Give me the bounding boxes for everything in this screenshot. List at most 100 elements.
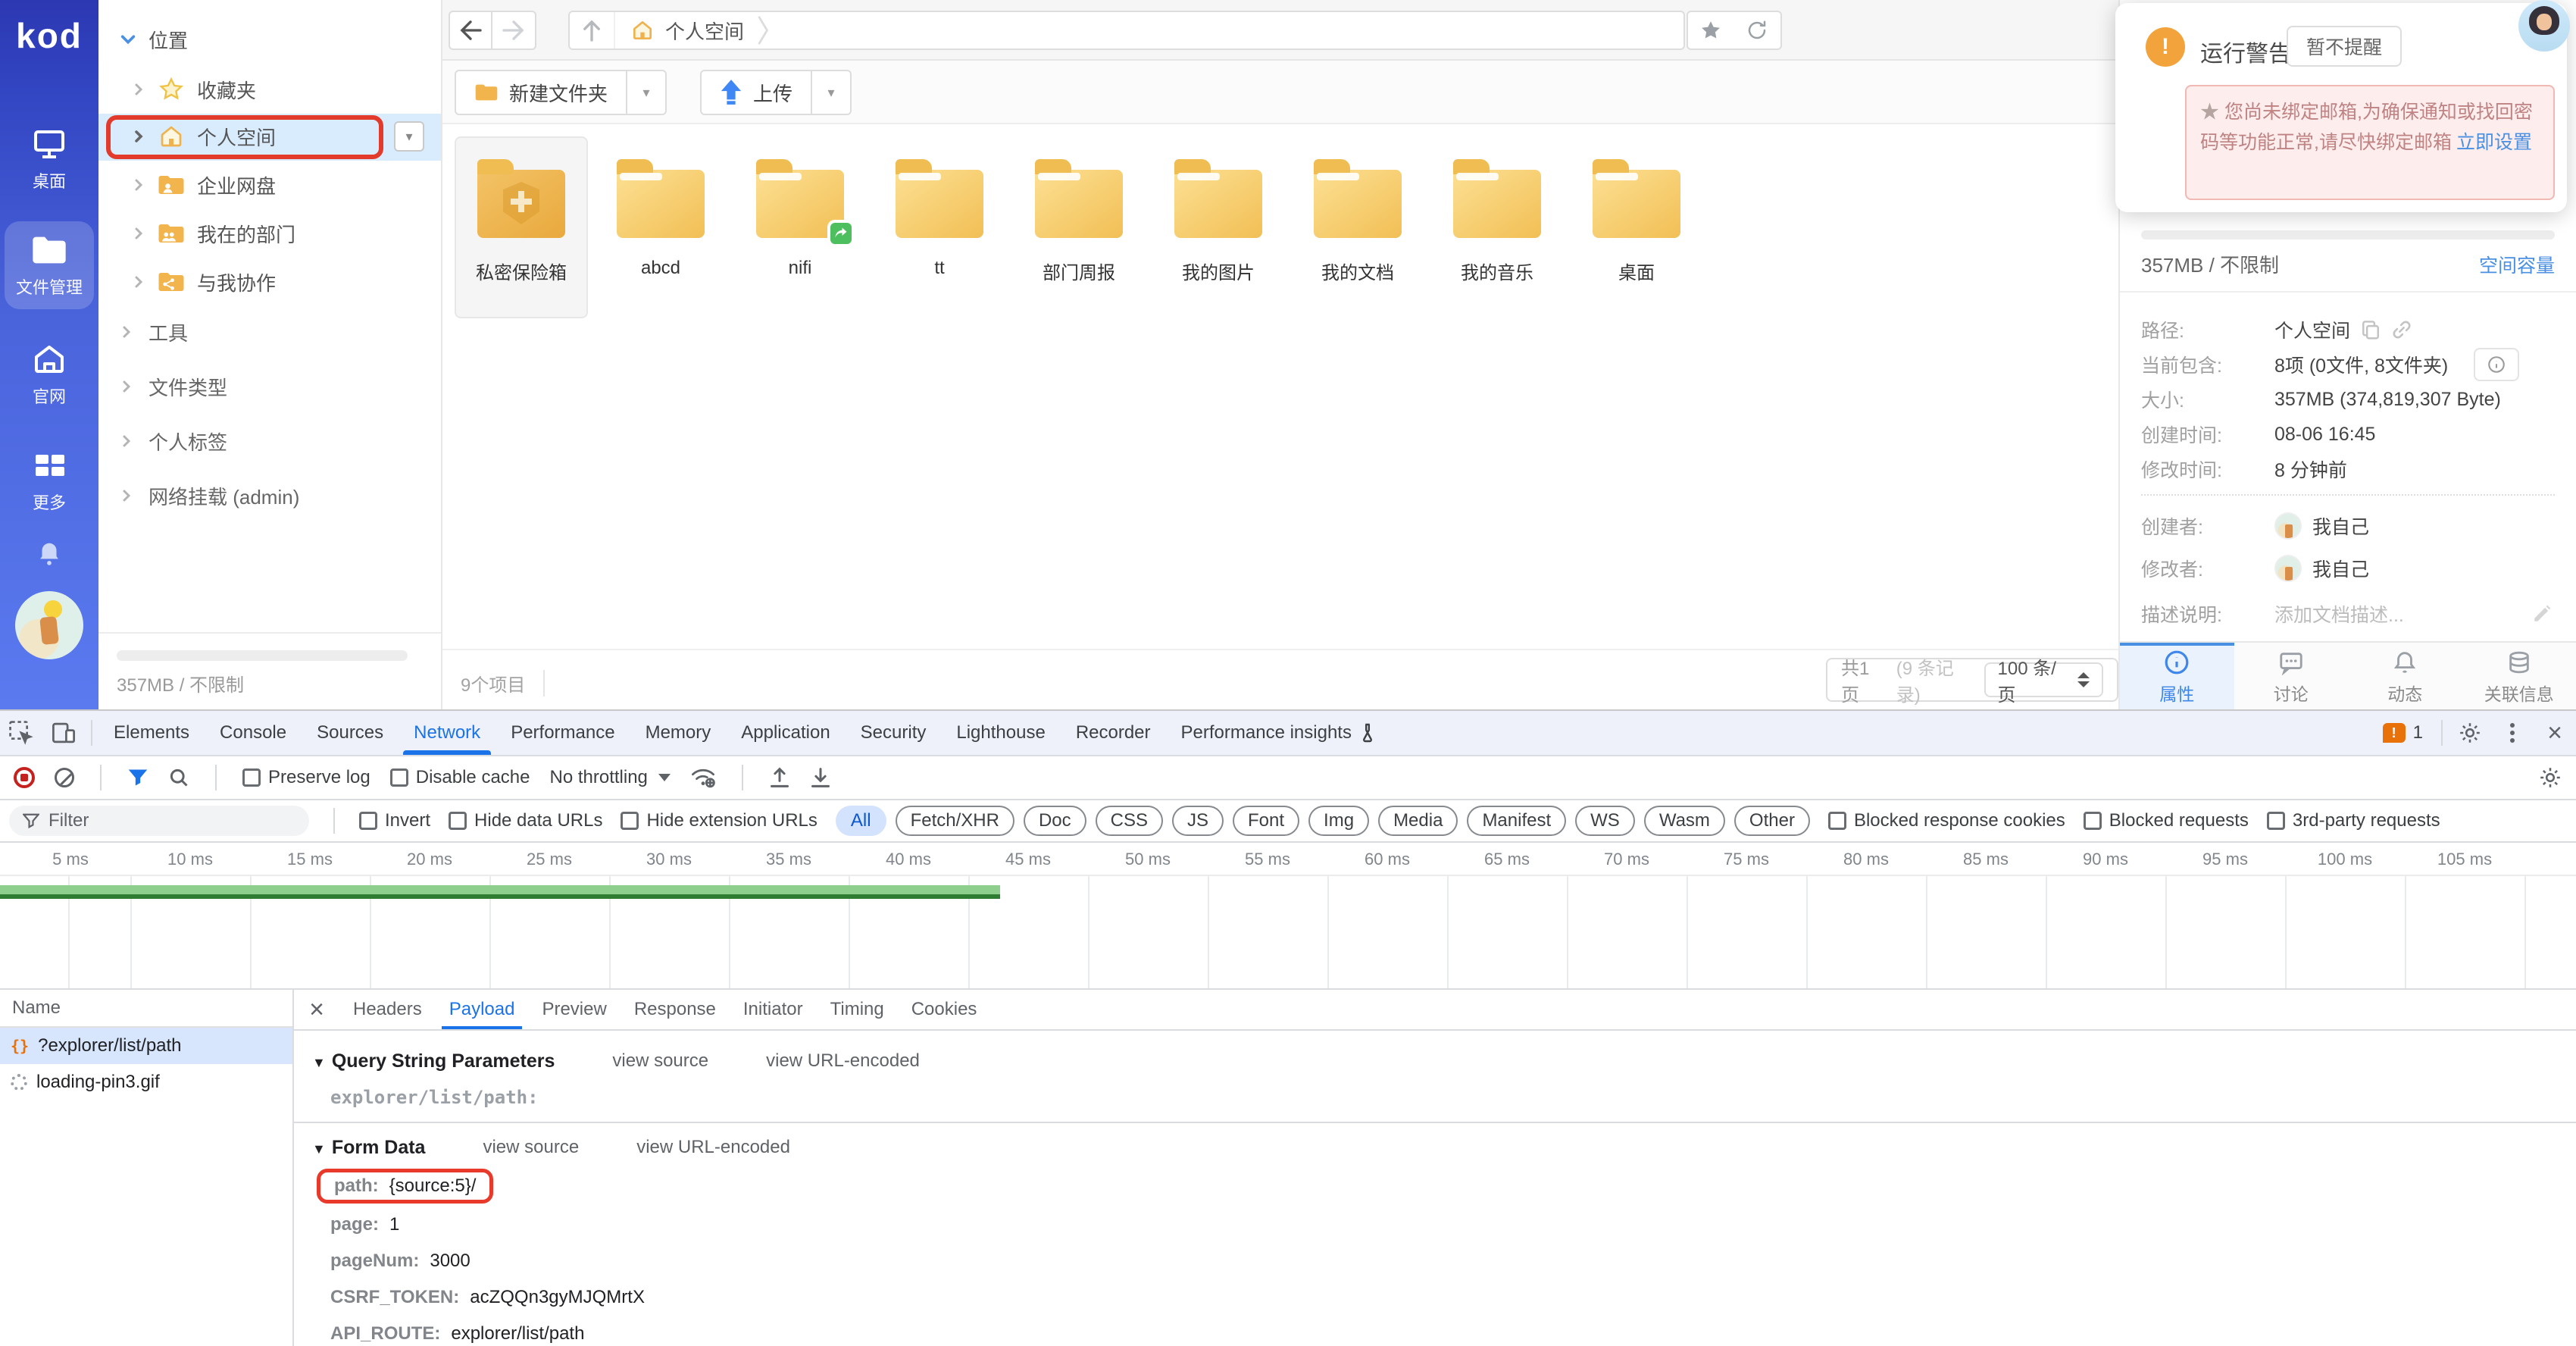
filter-chip-img[interactable]: Img bbox=[1308, 806, 1370, 836]
network-filter-input[interactable] bbox=[48, 810, 276, 831]
devtools-tab-security[interactable]: Security bbox=[846, 711, 942, 755]
tree-group-tools[interactable]: 工具 bbox=[120, 312, 188, 352]
kebab-menu-icon[interactable] bbox=[2491, 710, 2534, 756]
copy-icon[interactable] bbox=[2361, 320, 2381, 340]
devtools-tab-recorder[interactable]: Recorder bbox=[1061, 711, 1166, 755]
name-column-header[interactable]: Name bbox=[0, 990, 292, 1028]
tree-item-favorites[interactable]: 收藏夹 bbox=[132, 67, 256, 112]
up-button[interactable] bbox=[570, 12, 615, 49]
tree-item-dropdown-button[interactable] bbox=[394, 121, 424, 152]
hide-extension-urls-checkbox[interactable]: Hide extension URLs bbox=[621, 810, 818, 831]
favorite-star-button[interactable] bbox=[1687, 11, 1735, 50]
throttling-select[interactable]: No throttling bbox=[549, 767, 671, 788]
tree-item-company-drive[interactable]: 企业网盘 bbox=[132, 162, 276, 208]
folder-tile[interactable]: 我的文档 bbox=[1291, 136, 1424, 318]
devtools-tab-performance[interactable]: Performance bbox=[496, 711, 630, 755]
space-quota-link[interactable]: 空间容量 bbox=[2479, 251, 2555, 278]
folder-tile[interactable]: nifi bbox=[733, 136, 867, 318]
folder-tile[interactable]: 部门周报 bbox=[1012, 136, 1146, 318]
tree-section-location[interactable]: 位置 bbox=[120, 21, 188, 58]
device-toolbar-icon[interactable] bbox=[42, 710, 85, 756]
detail-tab-response[interactable]: Response bbox=[621, 990, 730, 1029]
filter-chip-all[interactable]: All bbox=[835, 806, 886, 836]
filter-chip-fetch-xhr[interactable]: Fetch/XHR bbox=[895, 806, 1014, 836]
devtools-tab-elements[interactable]: Elements bbox=[98, 711, 205, 755]
rail-item-website[interactable]: 官网 bbox=[5, 330, 94, 418]
third-party-requests-checkbox[interactable]: 3rd-party requests bbox=[2266, 810, 2440, 831]
devtools-tab-performance-insights[interactable]: Performance insights bbox=[1166, 711, 1391, 755]
hide-data-urls-checkbox[interactable]: Hide data URLs bbox=[449, 810, 602, 831]
form-data-title[interactable]: Form Data bbox=[312, 1137, 426, 1159]
devtools-tab-network[interactable]: Network bbox=[399, 711, 496, 755]
new-folder-button[interactable]: 新建文件夹 bbox=[455, 70, 628, 115]
tab-properties[interactable]: 属性 bbox=[2120, 643, 2234, 709]
filter-chip-doc[interactable]: Doc bbox=[1023, 806, 1086, 836]
filter-chip-other[interactable]: Other bbox=[1733, 806, 1810, 836]
tree-item-shared-with-me[interactable]: 与我协作 bbox=[132, 259, 276, 305]
request-row[interactable]: loading-pin3.gif bbox=[0, 1064, 292, 1100]
refresh-button[interactable] bbox=[1733, 11, 1782, 50]
filter-chip-wasm[interactable]: Wasm bbox=[1643, 806, 1725, 836]
network-settings-gear-icon[interactable] bbox=[2538, 765, 2562, 790]
detail-tab-timing[interactable]: Timing bbox=[817, 990, 898, 1029]
tree-item-personal-space[interactable]: 个人空间 bbox=[132, 114, 276, 159]
network-conditions-icon[interactable] bbox=[690, 766, 716, 789]
back-button[interactable] bbox=[449, 11, 492, 50]
tab-activity[interactable]: 动态 bbox=[2348, 643, 2462, 709]
dismiss-button[interactable]: 暂不提醒 bbox=[2287, 26, 2402, 67]
filter-chip-media[interactable]: Media bbox=[1378, 806, 1458, 836]
breadcrumb-home[interactable]: 个人空间 bbox=[615, 12, 786, 49]
address-bar[interactable]: 个人空间 bbox=[568, 11, 1685, 50]
description-placeholder[interactable]: 添加文档描述... bbox=[2274, 600, 2404, 628]
rail-item-desktop[interactable]: 桌面 bbox=[5, 115, 94, 203]
new-folder-dropdown[interactable] bbox=[627, 70, 667, 115]
issues-counter[interactable]: 1 bbox=[2382, 722, 2423, 743]
blocked-response-cookies-checkbox[interactable]: Blocked response cookies bbox=[1827, 810, 2065, 831]
filter-funnel-icon[interactable] bbox=[127, 768, 148, 787]
filter-chip-manifest[interactable]: Manifest bbox=[1467, 806, 1567, 836]
view-source-link[interactable]: view source bbox=[483, 1137, 579, 1158]
upload-dropdown[interactable] bbox=[812, 70, 852, 115]
view-source-link[interactable]: view source bbox=[612, 1050, 708, 1072]
settings-gear-icon[interactable] bbox=[2449, 710, 2491, 756]
forward-button[interactable] bbox=[492, 11, 536, 50]
export-har-icon[interactable] bbox=[810, 766, 831, 789]
per-page-select[interactable]: 100 条/页 bbox=[1984, 659, 2103, 706]
upload-button[interactable]: 上传 bbox=[700, 70, 813, 115]
tree-group-network-mount[interactable]: 网络挂载 (admin) bbox=[120, 476, 299, 515]
clear-button[interactable] bbox=[55, 768, 74, 787]
view-url-encoded-link[interactable]: view URL-encoded bbox=[636, 1137, 790, 1158]
filter-chip-css[interactable]: CSS bbox=[1095, 806, 1163, 836]
record-button[interactable] bbox=[14, 767, 35, 788]
inspect-element-icon[interactable] bbox=[0, 710, 42, 756]
filter-chip-font[interactable]: Font bbox=[1233, 806, 1300, 836]
folder-tile-safe-box[interactable]: 私密保险箱 bbox=[455, 136, 588, 318]
disable-cache-checkbox[interactable]: Disable cache bbox=[389, 767, 530, 788]
detail-tab-cookies[interactable]: Cookies bbox=[898, 990, 991, 1029]
search-icon[interactable] bbox=[168, 767, 189, 788]
detail-tab-headers[interactable]: Headers bbox=[339, 990, 436, 1029]
detail-tab-initiator[interactable]: Initiator bbox=[730, 990, 817, 1029]
notification-bell-button[interactable] bbox=[0, 540, 98, 568]
view-url-encoded-link[interactable]: view URL-encoded bbox=[766, 1050, 920, 1072]
blocked-requests-checkbox[interactable]: Blocked requests bbox=[2083, 810, 2249, 831]
filter-chip-ws[interactable]: WS bbox=[1575, 806, 1635, 836]
folder-tile[interactable]: abcd bbox=[594, 136, 727, 318]
link-icon[interactable] bbox=[2391, 319, 2412, 340]
filter-chip-js[interactable]: JS bbox=[1172, 806, 1224, 836]
devtools-tab-application[interactable]: Application bbox=[726, 711, 845, 755]
rail-item-file-manager[interactable]: 文件管理 bbox=[5, 221, 94, 309]
tab-discussion[interactable]: 讨论 bbox=[2234, 643, 2349, 709]
detail-tab-preview[interactable]: Preview bbox=[528, 990, 620, 1029]
folder-tile[interactable]: 我的音乐 bbox=[1430, 136, 1564, 318]
profile-avatar[interactable] bbox=[2518, 0, 2570, 52]
detail-tab-payload[interactable]: Payload bbox=[436, 990, 529, 1029]
devtools-tab-console[interactable]: Console bbox=[205, 711, 302, 755]
rail-item-more[interactable]: 更多 bbox=[5, 437, 94, 524]
devtools-tab-memory[interactable]: Memory bbox=[630, 711, 727, 755]
invert-checkbox[interactable]: Invert bbox=[359, 810, 430, 831]
preserve-log-checkbox[interactable]: Preserve log bbox=[242, 767, 370, 788]
network-overview-strip[interactable] bbox=[0, 876, 2576, 990]
devtools-tab-sources[interactable]: Sources bbox=[302, 711, 399, 755]
query-string-parameters-title[interactable]: Query String Parameters bbox=[312, 1050, 555, 1072]
